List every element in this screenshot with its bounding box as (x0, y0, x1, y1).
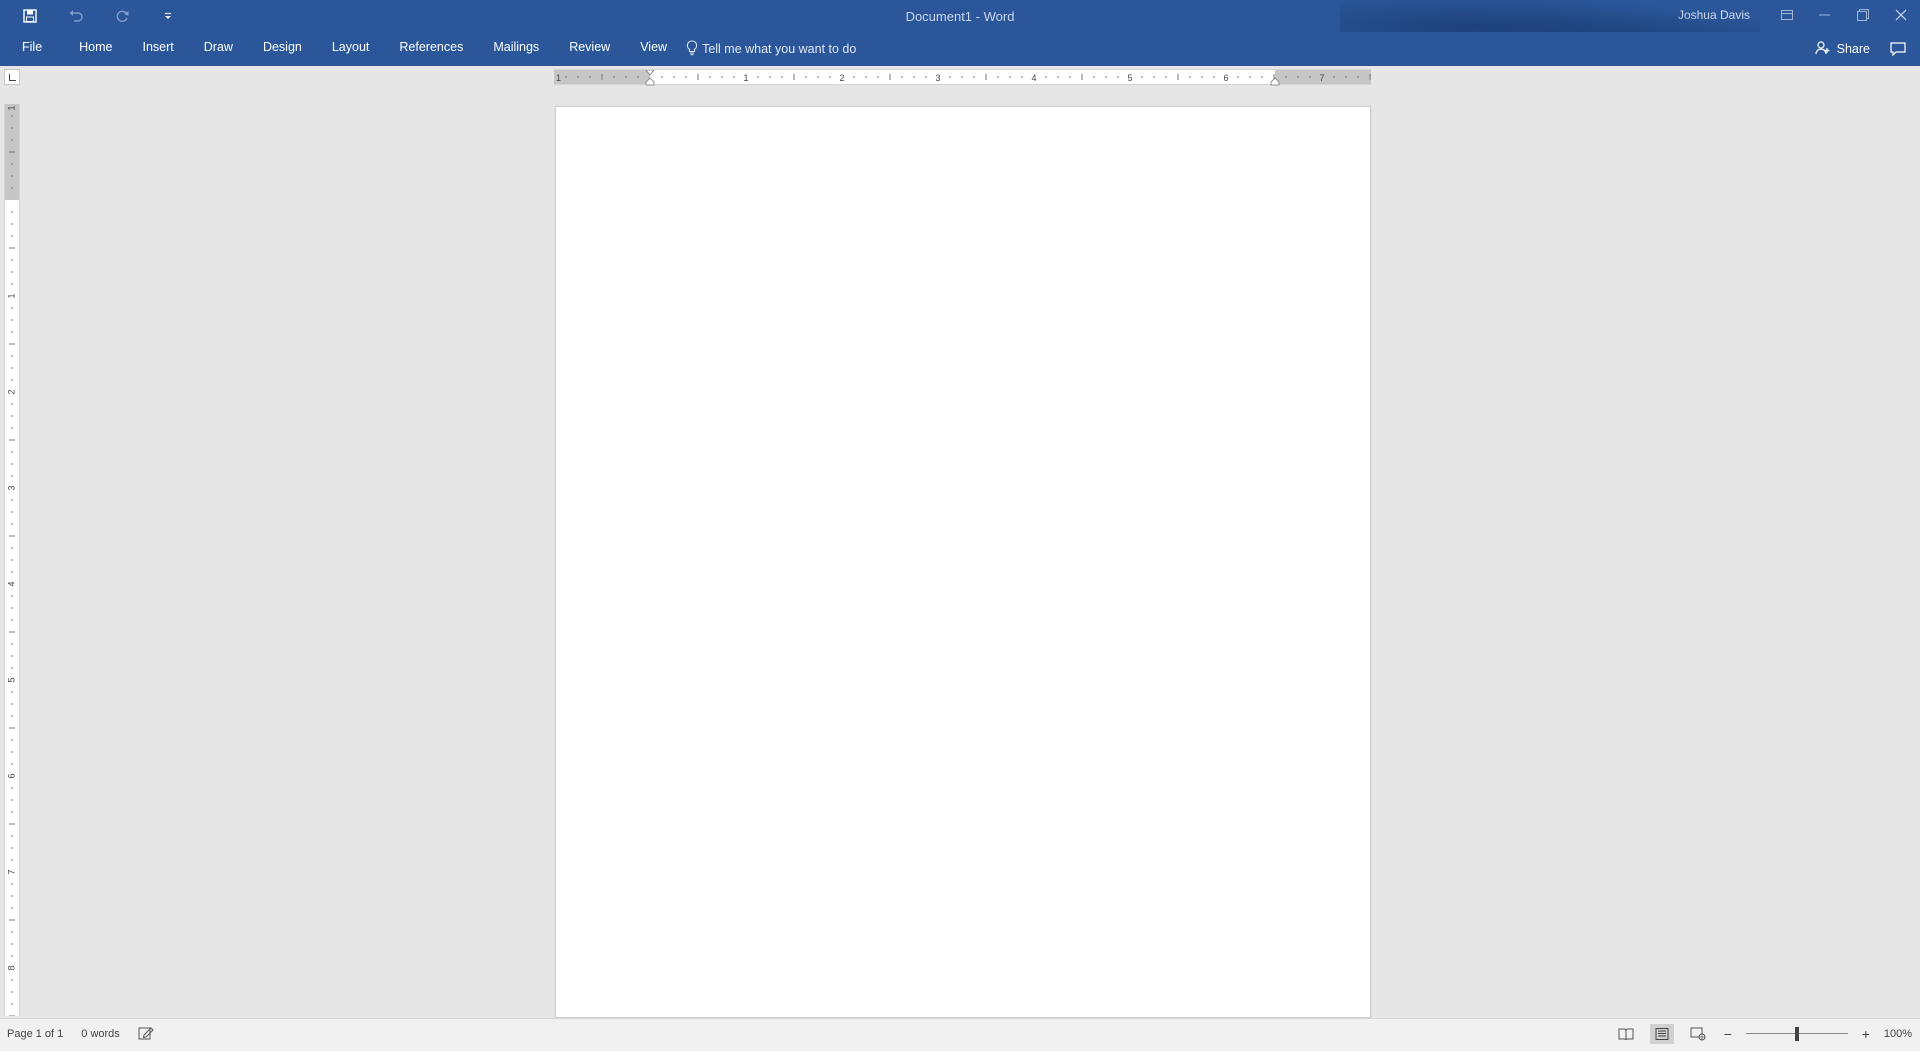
ruler-label: 4 (6, 581, 16, 586)
tab-file[interactable]: File (0, 32, 64, 66)
ribbon-display-options-icon[interactable] (1768, 0, 1806, 30)
zoom-level[interactable]: 100% (1884, 1028, 1912, 1040)
ribbon: File Home Insert Draw Design Layout Refe… (0, 32, 1920, 66)
vertical-ruler-ticks: 1 1 2 3 4 5 6 7 8 (6, 105, 16, 1016)
tab-design[interactable]: Design (248, 32, 317, 66)
status-bar: Page 1 of 1 0 words − + 100% (0, 1018, 1920, 1051)
ribbon-tabs: File Home Insert Draw Design Layout Refe… (0, 32, 856, 66)
tab-layout[interactable]: Layout (317, 32, 385, 66)
ruler-label: 2 (839, 73, 844, 83)
document-title: Document1 - Word (905, 9, 1015, 24)
window-controls (1768, 0, 1920, 30)
ruler-label: 1 (6, 105, 16, 110)
print-layout-icon[interactable] (1649, 1024, 1674, 1044)
zoom-out-icon[interactable]: − (1722, 1026, 1734, 1042)
tab-insert[interactable]: Insert (128, 32, 189, 66)
comments-icon[interactable] (1886, 38, 1910, 60)
zoom-in-icon[interactable]: + (1860, 1026, 1872, 1042)
tell-me-box[interactable]: Tell me what you want to do (686, 32, 856, 66)
title-bar: Document1 - Word Joshua Davis (0, 0, 1920, 66)
ruler-label: 1 (556, 73, 561, 83)
share-label: Share (1836, 42, 1870, 56)
word-count[interactable]: 0 words (81, 1028, 120, 1040)
horizontal-ruler[interactable]: 1 1 2 3 4 5 6 7 (554, 69, 1371, 86)
tab-stop-selector[interactable] (4, 69, 20, 85)
tab-view[interactable]: View (625, 32, 682, 66)
first-line-indent-marker[interactable] (645, 70, 655, 76)
document-page[interactable] (555, 106, 1371, 1018)
restore-icon[interactable] (1844, 0, 1882, 30)
share-button[interactable]: Share (1815, 38, 1870, 60)
tab-draw[interactable]: Draw (189, 32, 248, 66)
minimize-icon[interactable] (1806, 0, 1844, 30)
ruler-label: 6 (1223, 73, 1228, 83)
ruler-label: 1 (6, 293, 16, 298)
ruler-label: 2 (6, 389, 16, 394)
ruler-label: 7 (1319, 73, 1324, 83)
person-icon (1815, 40, 1831, 59)
close-icon[interactable] (1882, 0, 1920, 30)
ruler-label: 5 (1127, 73, 1132, 83)
tell-me-text: Tell me what you want to do (702, 42, 857, 56)
ruler-label: 3 (935, 73, 940, 83)
right-indent-marker[interactable] (1270, 77, 1280, 86)
zoom-thumb[interactable] (1794, 1027, 1799, 1041)
read-mode-icon[interactable] (1614, 1024, 1638, 1044)
horizontal-ruler-ticks: 1 1 2 3 4 5 6 7 (556, 70, 1371, 86)
ruler-label: 4 (1031, 73, 1036, 83)
tab-review[interactable]: Review (554, 32, 625, 66)
hanging-indent-marker[interactable] (645, 77, 655, 86)
zoom-slider[interactable] (1745, 1024, 1848, 1044)
ruler-label: 8 (6, 965, 16, 970)
vertical-ruler[interactable]: 1 1 2 3 4 5 6 7 8 (4, 104, 20, 1016)
tab-mailings[interactable]: Mailings (478, 32, 554, 66)
ruler-label: 6 (6, 773, 16, 778)
ruler-label: 7 (6, 869, 16, 874)
tab-home[interactable]: Home (64, 32, 127, 66)
tab-references[interactable]: References (384, 32, 478, 66)
user-name[interactable]: Joshua Davis (1678, 8, 1750, 22)
page-indicator[interactable]: Page 1 of 1 (7, 1028, 63, 1040)
ruler-label: 5 (6, 677, 16, 682)
ruler-label: 1 (743, 73, 748, 83)
proofing-icon[interactable] (138, 1026, 154, 1043)
lightbulb-icon (686, 39, 698, 59)
web-layout-icon[interactable] (1686, 1024, 1710, 1044)
ruler-label: 3 (6, 485, 16, 490)
